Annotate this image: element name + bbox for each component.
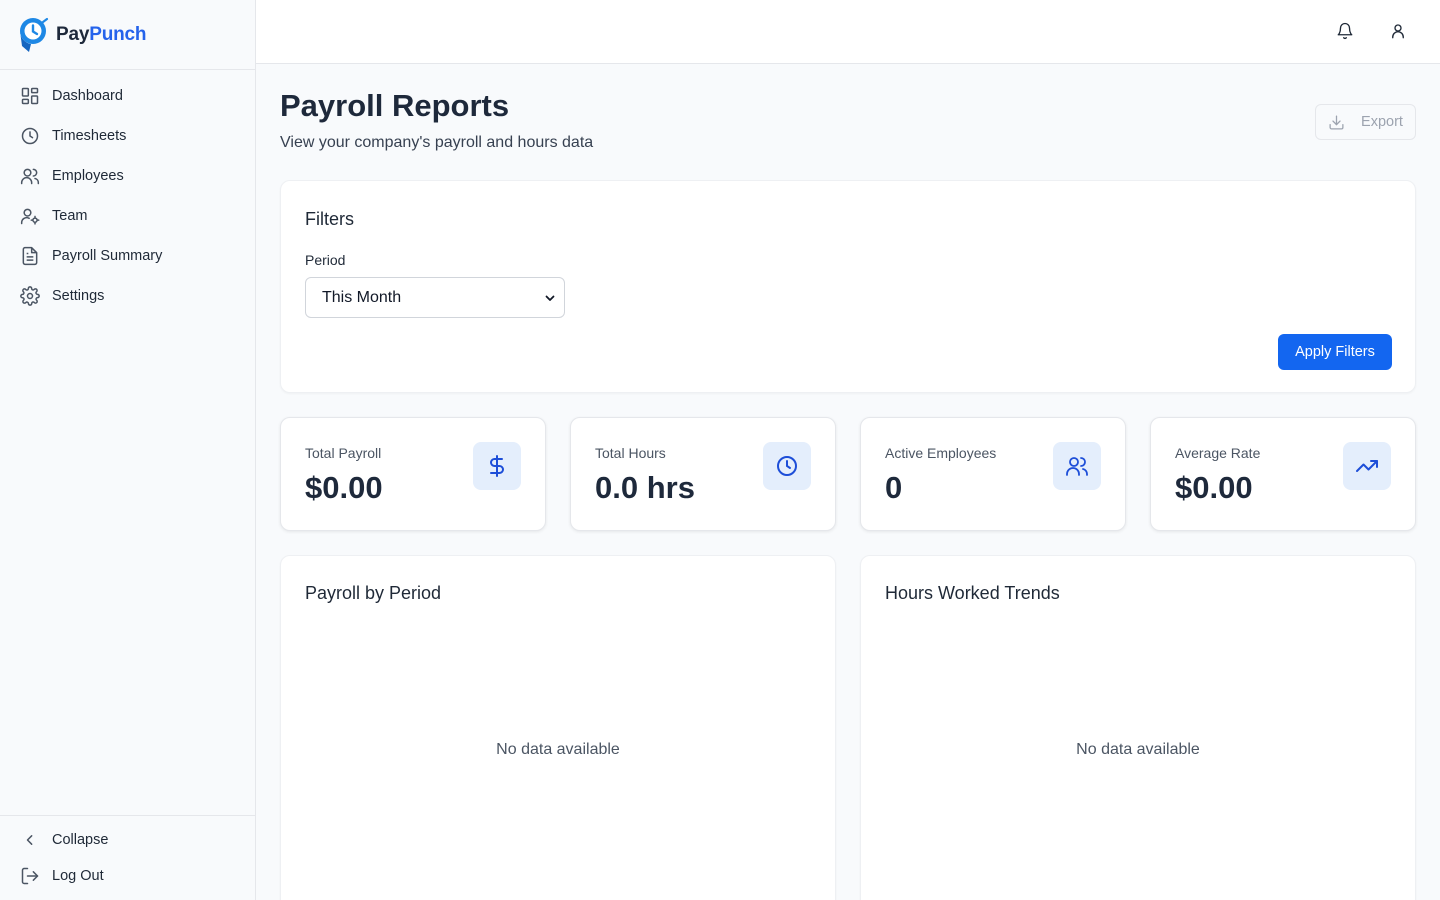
collapse-button[interactable]: Collapse bbox=[0, 822, 255, 858]
chart-title: Hours Worked Trends bbox=[885, 583, 1060, 603]
document-icon bbox=[20, 246, 40, 266]
user-icon[interactable] bbox=[1389, 22, 1409, 42]
stat-card-active-employees: Active Employees 0 bbox=[860, 417, 1126, 531]
empty-state-text: No data available bbox=[496, 741, 620, 758]
sidebar-item-label: Team bbox=[52, 208, 88, 224]
stat-value: $0.00 bbox=[1175, 470, 1253, 505]
apply-filters-button[interactable]: Apply Filters bbox=[1278, 334, 1392, 370]
clock-icon bbox=[763, 442, 811, 490]
chevron-down-icon bbox=[544, 292, 556, 304]
bell-icon[interactable] bbox=[1336, 22, 1356, 42]
users-icon bbox=[1053, 442, 1101, 490]
sidebar-item-label: Employees bbox=[52, 168, 124, 184]
brand[interactable]: PayPunch bbox=[0, 0, 255, 70]
collapse-label: Collapse bbox=[52, 832, 109, 848]
stat-card-average-rate: Average Rate $0.00 bbox=[1150, 417, 1416, 531]
stat-label: Total Hours bbox=[595, 445, 666, 461]
stat-card-total-hours: Total Hours 0.0 hrs bbox=[570, 417, 836, 531]
sidebar-item-dashboard[interactable]: Dashboard bbox=[0, 76, 255, 116]
page-title: Payroll Reports bbox=[280, 88, 510, 123]
stat-value: 0.0 hrs bbox=[595, 470, 695, 505]
chevron-left-icon bbox=[20, 830, 40, 850]
clock-icon bbox=[20, 126, 40, 146]
users-icon bbox=[20, 166, 40, 186]
dashboard-icon bbox=[20, 86, 40, 106]
payroll-by-period-card: Payroll by Period No data available bbox=[280, 555, 836, 900]
sidebar-item-label: Timesheets bbox=[52, 128, 127, 144]
dollar-icon bbox=[473, 442, 521, 490]
stat-label: Active Employees bbox=[885, 445, 997, 461]
sidebar-item-label: Dashboard bbox=[52, 88, 123, 104]
gear-icon bbox=[20, 286, 40, 306]
period-value: This Month bbox=[322, 288, 402, 306]
stat-label: Average Rate bbox=[1175, 445, 1261, 461]
paypunch-logo-icon bbox=[15, 16, 49, 54]
trending-up-icon bbox=[1343, 442, 1391, 490]
sidebar-footer: Collapse Log Out bbox=[0, 815, 255, 900]
logout-label: Log Out bbox=[52, 868, 104, 884]
sidebar-item-timesheets[interactable]: Timesheets bbox=[0, 116, 255, 156]
filters-title: Filters bbox=[305, 209, 354, 229]
topbar bbox=[256, 0, 1440, 64]
sidebar-item-label: Payroll Summary bbox=[52, 248, 163, 264]
stat-value: 0 bbox=[885, 470, 903, 505]
logout-icon bbox=[20, 866, 40, 886]
download-icon bbox=[1328, 114, 1345, 131]
filters-card: Filters Period This Month Apply Filters bbox=[280, 180, 1416, 393]
period-label: Period bbox=[305, 252, 346, 268]
sidebar-item-payroll-summary[interactable]: Payroll Summary bbox=[0, 236, 255, 276]
sidebar-item-settings[interactable]: Settings bbox=[0, 276, 255, 316]
stat-label: Total Payroll bbox=[305, 445, 382, 461]
sidebar-item-team[interactable]: Team bbox=[0, 196, 255, 236]
hours-worked-trends-card: Hours Worked Trends No data available bbox=[860, 555, 1416, 900]
export-label: Export bbox=[1361, 114, 1403, 130]
period-select[interactable]: This Month bbox=[305, 277, 565, 318]
stat-value: $0.00 bbox=[305, 470, 383, 505]
logout-button[interactable]: Log Out bbox=[0, 858, 255, 894]
empty-state-text: No data available bbox=[1076, 741, 1200, 758]
export-button[interactable]: Export bbox=[1315, 104, 1416, 140]
sidebar: PayPunch Dashboard Timesheets Employees … bbox=[0, 0, 256, 900]
sidebar-item-employees[interactable]: Employees bbox=[0, 156, 255, 196]
chart-title: Payroll by Period bbox=[305, 583, 442, 603]
sidebar-item-label: Settings bbox=[52, 288, 105, 304]
sidebar-nav: Dashboard Timesheets Employees Team Payr… bbox=[0, 70, 255, 316]
user-cog-icon bbox=[20, 206, 40, 226]
stat-card-total-payroll: Total Payroll $0.00 bbox=[280, 417, 546, 531]
brand-name: PayPunch bbox=[56, 23, 147, 45]
page-subtitle: View your company's payroll and hours da… bbox=[280, 134, 594, 151]
